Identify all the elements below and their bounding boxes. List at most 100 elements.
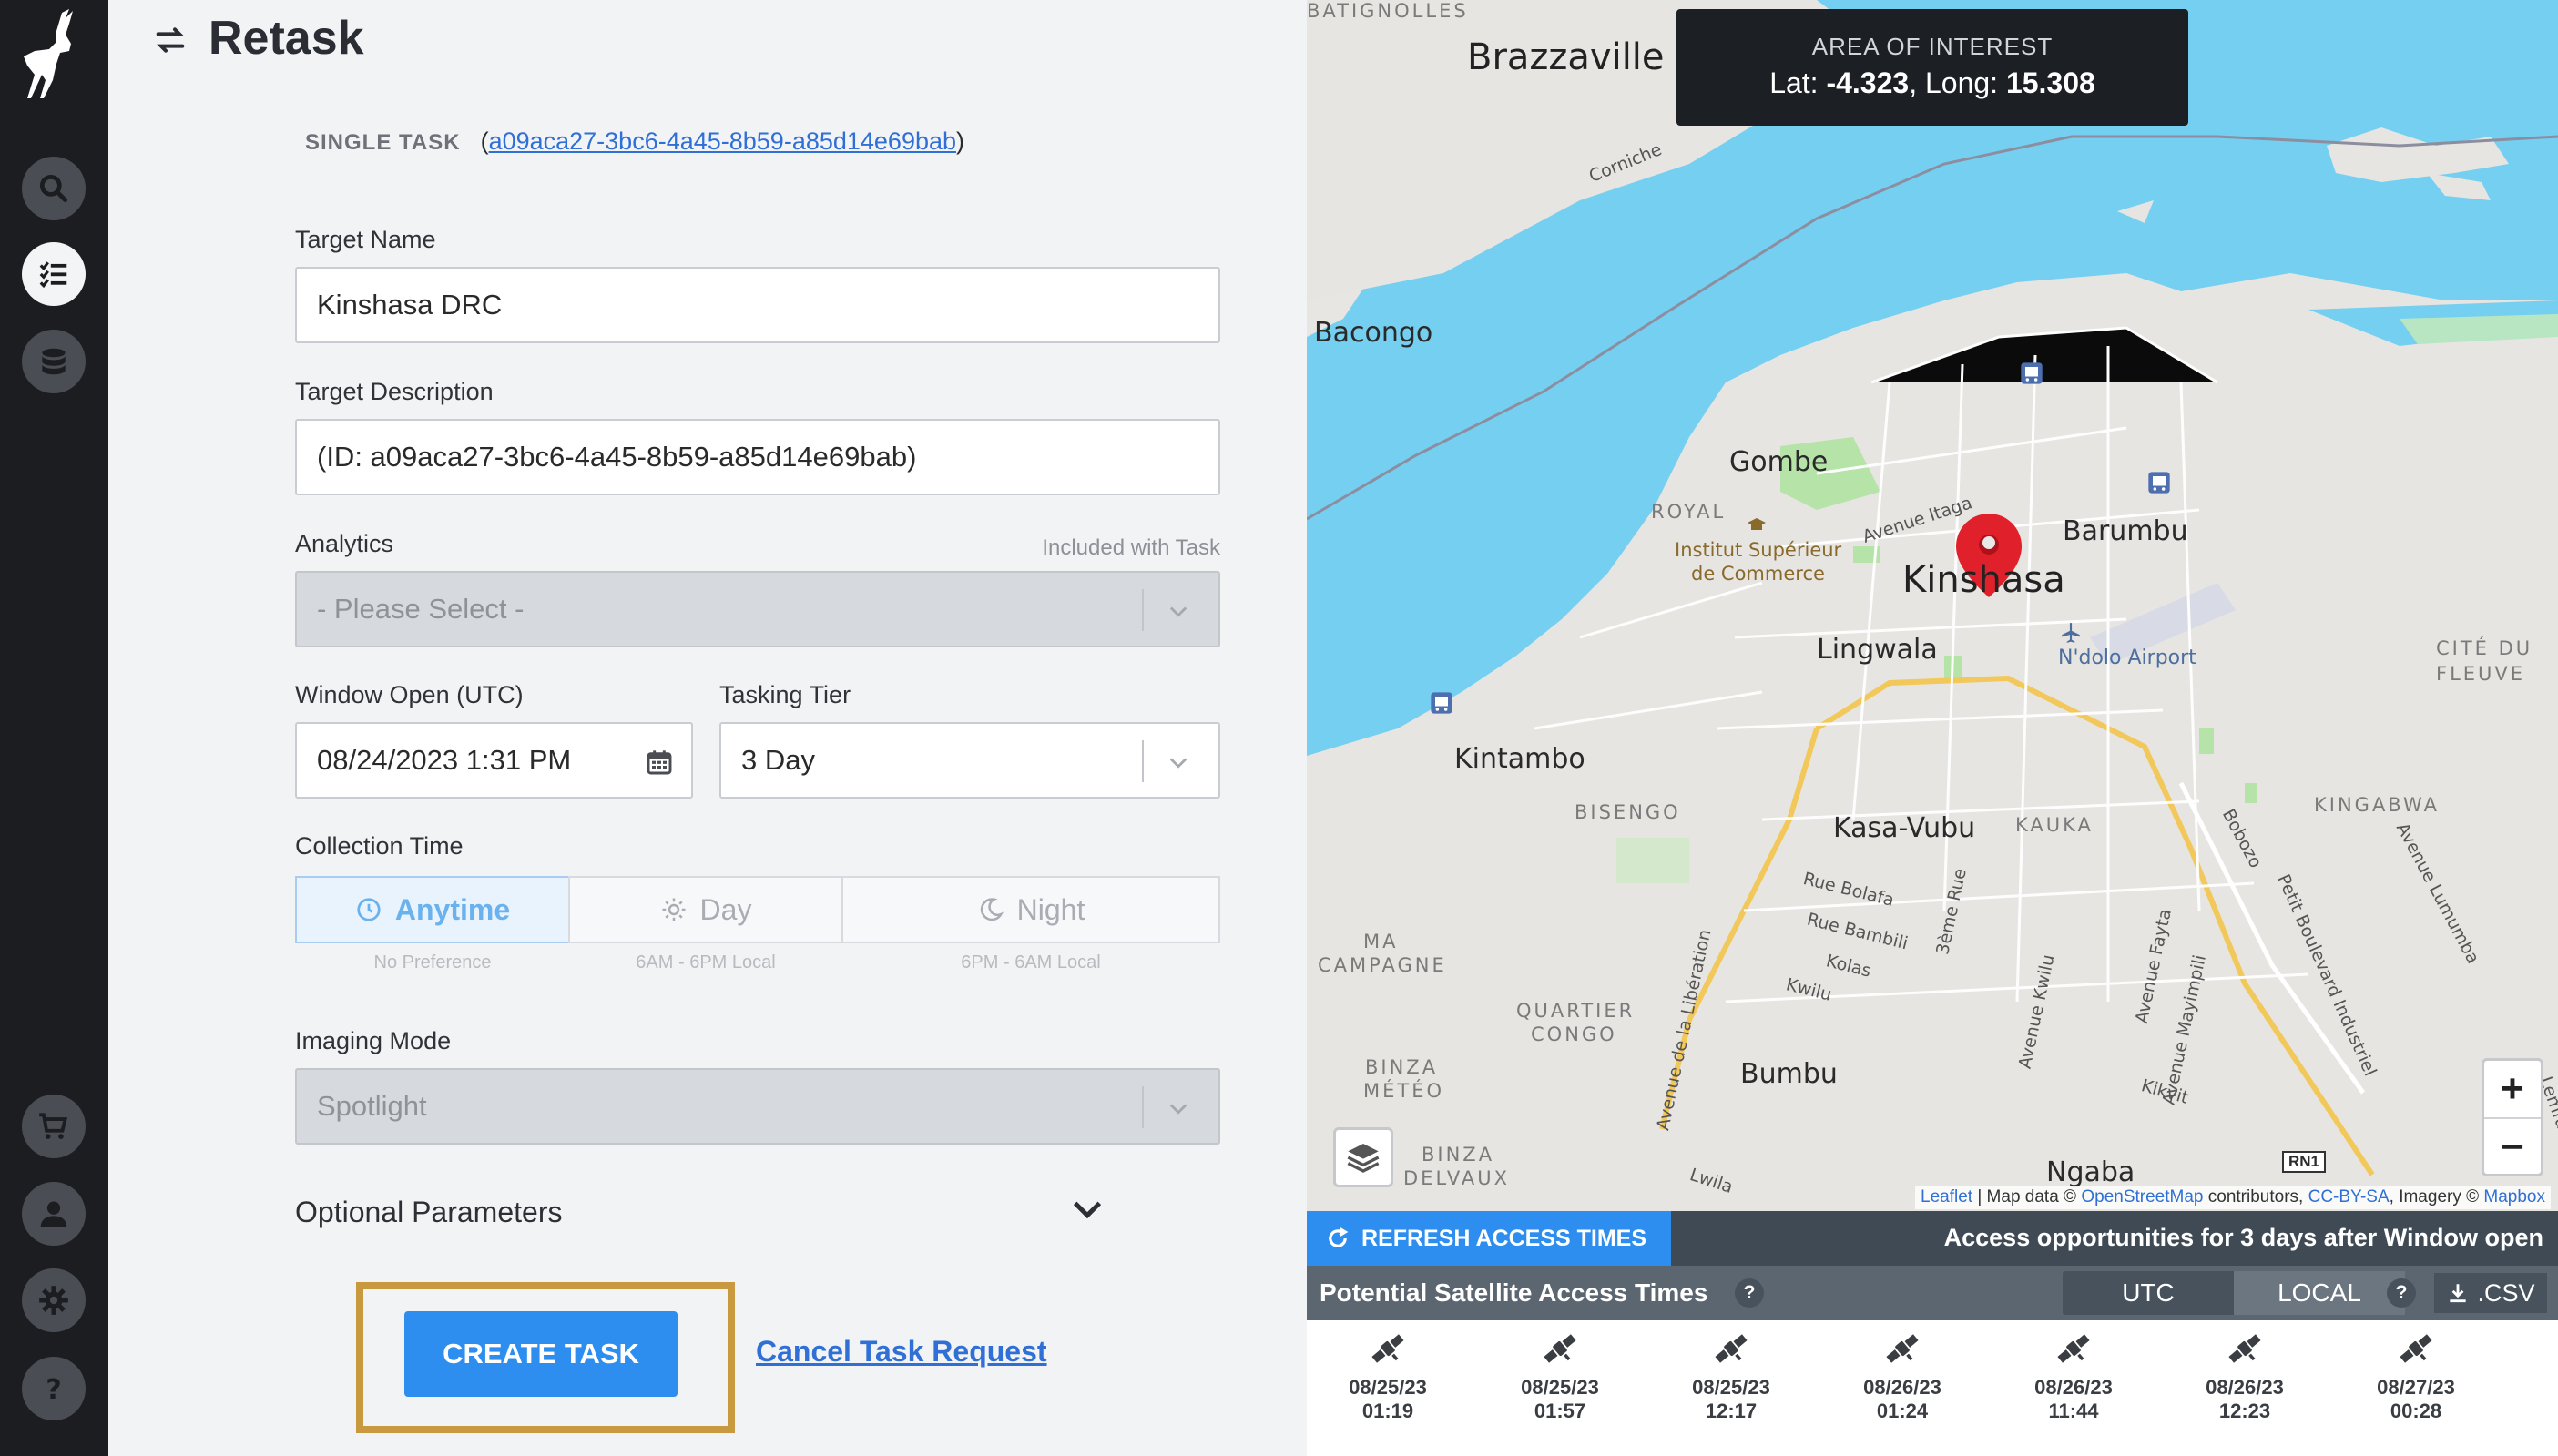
window-open-label: Window Open (UTC) bbox=[295, 681, 524, 708]
map-label: CAMPAGNE bbox=[1318, 954, 1447, 976]
satellite-pass[interactable]: 08/26/23 11:44 bbox=[2005, 1329, 2142, 1423]
task-id-link[interactable]: a09aca27-3bc6-4a45-8b59-a85d14e69bab bbox=[489, 127, 956, 156]
aoi-coordinates: Lat: -4.323, Long: 15.308 bbox=[1676, 66, 2188, 100]
access-opportunities-note: Access opportunities for 3 days after Wi… bbox=[1943, 1224, 2543, 1251]
download-csv-button[interactable]: .CSV bbox=[2434, 1273, 2547, 1313]
pass-date: 08/26/23 bbox=[1863, 1376, 1941, 1399]
zoom-out-button[interactable]: − bbox=[2484, 1119, 2541, 1176]
map-label: Kintambo bbox=[1454, 743, 1585, 775]
access-help-button[interactable]: ? bbox=[1735, 1278, 1764, 1308]
select-separator bbox=[1142, 589, 1144, 631]
cancel-task-request-link[interactable]: Cancel Task Request bbox=[756, 1335, 1047, 1369]
nav-database-button[interactable] bbox=[22, 330, 86, 393]
select-separator bbox=[1142, 740, 1144, 782]
refresh-access-times-button[interactable]: REFRESH ACCESS TIMES bbox=[1307, 1211, 1671, 1266]
map-layers-button[interactable] bbox=[1333, 1127, 1393, 1187]
osm-link[interactable]: OpenStreetMap bbox=[2081, 1187, 2203, 1207]
map-label: DELVAUX bbox=[1403, 1167, 1510, 1189]
nav-help-button[interactable]: ? bbox=[22, 1357, 86, 1420]
tz-utc-option[interactable]: UTC bbox=[2063, 1271, 2234, 1315]
clock-icon bbox=[357, 898, 381, 921]
aoi-title: AREA OF INTEREST bbox=[1811, 33, 2054, 60]
help-icon: ? bbox=[46, 1374, 61, 1406]
bus-stop-icon bbox=[2021, 362, 2043, 384]
download-csv-label: .CSV bbox=[2477, 1278, 2535, 1307]
aoi-long-value: 15.308 bbox=[2005, 66, 2095, 99]
antelope-logo-icon bbox=[24, 9, 73, 98]
access-times-panel: REFRESH ACCESS TIMES Access opportunitie… bbox=[1307, 1211, 2558, 1456]
pass-date: 08/26/23 bbox=[2206, 1376, 2284, 1399]
road-shield: RN1 bbox=[2282, 1151, 2327, 1173]
collection-time-label: Collection Time bbox=[295, 832, 464, 860]
tasking-tier-select[interactable]: 3 Day bbox=[719, 722, 1220, 799]
tz-local-option[interactable]: LOCAL bbox=[2234, 1271, 2405, 1315]
pass-time: 00:28 bbox=[2390, 1400, 2442, 1422]
imaging-mode-select[interactable]: Spotlight bbox=[295, 1068, 1220, 1145]
chevron-down-icon bbox=[1169, 1104, 1187, 1115]
map-label: KAUKA bbox=[2015, 814, 2094, 836]
map-label: de Commerce bbox=[1691, 563, 1825, 585]
create-task-button[interactable]: CREATE TASK bbox=[404, 1311, 678, 1397]
target-description-input[interactable]: (ID: a09aca27-3bc6-4a45-8b59-a85d14e69ba… bbox=[295, 419, 1220, 495]
school-icon bbox=[1748, 518, 1766, 530]
target-description-label: Target Description bbox=[295, 378, 494, 405]
bus-stop-icon bbox=[2148, 472, 2170, 494]
collection-night-label: Night bbox=[1016, 892, 1085, 926]
satellite-pass[interactable]: 08/27/23 00:28 bbox=[2348, 1329, 2484, 1423]
nav-settings-button[interactable] bbox=[22, 1268, 86, 1332]
satellite-pass-list: 08/25/23 01:19 08/25/23 01:57 08/25/23 1… bbox=[1307, 1329, 2558, 1448]
pass-date: 08/26/23 bbox=[2034, 1376, 2113, 1399]
layers-icon bbox=[1347, 1144, 1380, 1173]
nav-account-button[interactable] bbox=[22, 1182, 86, 1246]
user-icon bbox=[40, 1201, 67, 1227]
page-title: Retask bbox=[209, 12, 364, 65]
collection-anytime-sub: No Preference bbox=[373, 952, 492, 972]
timezone-help-button[interactable]: ? bbox=[2387, 1278, 2416, 1308]
collection-anytime-option[interactable]: Anytime bbox=[295, 876, 570, 943]
map-label: Lingwala bbox=[1817, 634, 1938, 666]
map-label: Ngaba bbox=[2046, 1156, 2135, 1188]
mapbox-link[interactable]: Mapbox bbox=[2483, 1187, 2545, 1207]
chevron-down-icon bbox=[1169, 606, 1187, 617]
attribution-text: contributors, bbox=[2203, 1187, 2308, 1207]
satellite-pass[interactable]: 08/26/23 01:24 bbox=[1834, 1329, 1971, 1423]
map-zoom-control: + − bbox=[2482, 1058, 2543, 1176]
refresh-icon bbox=[1329, 1227, 1349, 1247]
chevron-down-icon bbox=[1169, 758, 1187, 769]
map-label: KINGABWA bbox=[2314, 794, 2440, 816]
collection-night-option[interactable]: Night bbox=[841, 876, 1220, 943]
target-name-input[interactable]: Kinshasa DRC bbox=[295, 267, 1220, 343]
nav-tasks-button[interactable] bbox=[22, 242, 86, 306]
zoom-in-button[interactable]: + bbox=[2484, 1061, 2541, 1117]
satellite-icon bbox=[1371, 1334, 1404, 1363]
optional-parameters-toggle[interactable]: Optional Parameters bbox=[295, 1196, 562, 1229]
map-label: Kasa-Vubu bbox=[1833, 812, 1976, 844]
map-label: MÉTÉO bbox=[1363, 1080, 1445, 1102]
leaflet-link[interactable]: Leaflet bbox=[1921, 1187, 1972, 1207]
pass-time: 12:23 bbox=[2218, 1400, 2271, 1422]
satellite-pass[interactable]: 08/25/23 01:19 bbox=[1320, 1329, 1456, 1423]
aoi-lat-value: -4.323 bbox=[1826, 66, 1910, 99]
satellite-pass[interactable]: 08/26/23 12:23 bbox=[2176, 1329, 2313, 1423]
search-icon bbox=[39, 174, 68, 203]
satellite-pass[interactable]: 08/25/23 12:17 bbox=[1663, 1329, 1799, 1423]
chevron-down-icon[interactable] bbox=[1066, 1191, 1108, 1227]
moon-icon bbox=[980, 898, 1004, 921]
analytics-select[interactable]: - Please Select - bbox=[295, 571, 1220, 647]
timezone-toggle: UTC LOCAL bbox=[2063, 1271, 2405, 1315]
collection-day-option[interactable]: Day bbox=[568, 876, 843, 943]
retask-form-panel: Retask SINGLE TASK (a09aca27-3bc6-4a45-8… bbox=[108, 0, 1307, 1456]
satellite-pass[interactable]: 08/25/23 01:57 bbox=[1492, 1329, 1628, 1423]
ccbysa-link[interactable]: CC-BY-SA bbox=[2308, 1187, 2390, 1207]
nav-search-button[interactable] bbox=[22, 157, 86, 220]
imaging-mode-label: Imaging Mode bbox=[295, 1027, 452, 1054]
nav-cart-button[interactable] bbox=[22, 1095, 86, 1158]
map-view[interactable]: BATIGNOLLES Brazzaville Corniche Bacongo… bbox=[1307, 0, 2558, 1211]
analytics-select-value: - Please Select - bbox=[317, 593, 525, 625]
collection-anytime-label: Anytime bbox=[394, 892, 511, 926]
satellite-icon bbox=[1715, 1334, 1748, 1363]
analytics-label: Analytics bbox=[295, 530, 394, 557]
calendar-icon[interactable] bbox=[645, 748, 674, 777]
window-open-input[interactable]: 08/24/2023 1:31 PM bbox=[295, 722, 693, 799]
map-label: Barumbu bbox=[2063, 515, 2188, 547]
